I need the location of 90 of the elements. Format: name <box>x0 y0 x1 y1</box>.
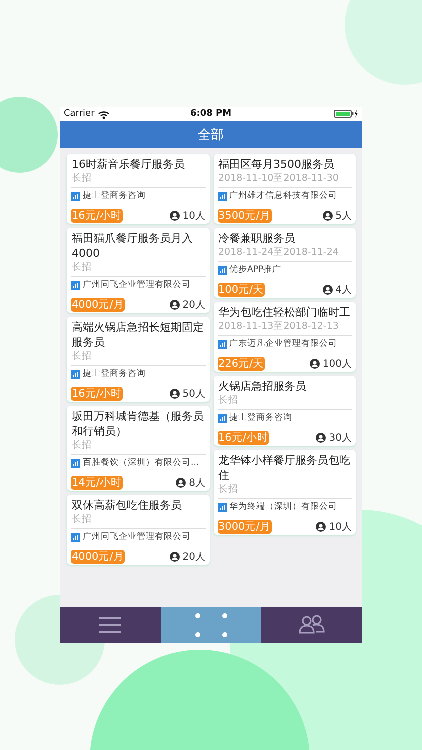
job-period: 2018-11-24至2018-11-24 <box>218 246 340 259</box>
job-period: 长招 <box>71 350 93 363</box>
job-title: 坂田万科城肯德基（服务员和行销员） <box>71 409 205 439</box>
company-name: 广州雄才信息科技有限公司 <box>230 190 338 203</box>
company-icon <box>71 281 80 290</box>
company-name: 优步APP推广 <box>230 264 282 277</box>
job-period: 长招 <box>71 513 93 526</box>
person-icon <box>316 433 326 443</box>
carrier-label: Carrier <box>64 109 95 119</box>
headcount: 10人 <box>329 521 352 534</box>
job-title: 双休高薪包吃住服务员 <box>71 498 183 513</box>
company-icon <box>218 340 226 349</box>
person-icon <box>176 478 186 488</box>
page-title: 全部 <box>198 126 224 144</box>
person-icon <box>170 552 180 562</box>
company-name: 广东迈凡企业管理有限公司 <box>230 338 338 351</box>
job-card[interactable]: 福田区每月3500服务员 2018-11-10至2018-11-30 广州雄才信息科技有限公司 3500元/月 5人 <box>214 154 356 224</box>
salary-badge: 3500元/月 <box>218 209 272 223</box>
headcount: 20人 <box>182 551 206 564</box>
menu-icon <box>99 615 122 635</box>
job-title: 福田猫爪餐厅服务员月入4000 <box>71 231 194 261</box>
salary-badge: 4000元/月 <box>71 550 126 564</box>
battery-icon <box>334 110 358 118</box>
company-name: 广州同飞企业管理有限公司 <box>83 531 191 544</box>
salary-badge: 16元/小时 <box>71 209 123 223</box>
people-icon <box>298 615 325 635</box>
job-period: 长招 <box>71 439 93 452</box>
job-card[interactable]: 16时薪音乐餐厅服务员 长招 捷士登商务咨询 16元/小时 10人 <box>67 154 210 224</box>
job-card[interactable]: 火锅店急招服务员 长招 捷士登商务咨询 16元/小时 30人 <box>214 376 356 446</box>
job-title: 火锅店急招服务员 <box>218 379 308 394</box>
headcount: 5人 <box>336 210 352 223</box>
job-card[interactable]: 冷餐兼职服务员 2018-11-24至2018-11-24 优步APP推广 100元/天 4人 <box>214 228 356 298</box>
company-name: 广州同飞企业管理有限公司 <box>83 279 191 292</box>
headcount: 20人 <box>182 299 206 312</box>
job-card[interactable]: 双休高薪包吃住服务员 长招 广州同飞企业管理有限公司 4000元/月 20人 <box>67 495 210 565</box>
status-time: 6:08 PM <box>190 109 232 119</box>
salary-badge: 16元/小时 <box>218 431 270 445</box>
headcount: 100人 <box>322 358 352 371</box>
person-icon <box>170 389 180 399</box>
salary-badge: 100元/天 <box>218 283 266 297</box>
tab-button[interactable] <box>261 607 362 643</box>
salary-badge: 16元/小时 <box>71 387 123 401</box>
job-title: 冷餐兼职服务员 <box>218 231 296 246</box>
dots-icon <box>194 612 228 638</box>
job-card[interactable]: 福田猫爪餐厅服务员月入4000 长招 广州同飞企业管理有限公司 4000元/月 20人 <box>67 228 210 313</box>
headcount: 10人 <box>182 210 206 223</box>
company-icon <box>71 192 80 201</box>
job-title: 16时薪音乐餐厅服务员 <box>71 157 186 172</box>
salary-badge: 14元/小时 <box>71 476 123 490</box>
salary-badge: 4000元/月 <box>71 298 126 312</box>
person-icon <box>322 211 333 221</box>
company-icon <box>218 192 226 201</box>
job-period: 长招 <box>71 172 93 185</box>
job-period: 长招 <box>71 261 93 274</box>
tab-button[interactable] <box>60 607 161 643</box>
salary-badge: 226元/天 <box>218 357 266 371</box>
salary-badge: 3000元/月 <box>218 520 272 534</box>
company-name: 百胜餐饮（深圳）有限公司... <box>83 457 200 470</box>
person-icon <box>310 359 320 369</box>
company-icon <box>71 459 80 468</box>
job-period: 长招 <box>218 394 240 407</box>
job-title: 华为包吃住轻松部门临时工 <box>218 305 352 320</box>
wifi-icon <box>98 110 110 118</box>
company-icon <box>218 414 226 423</box>
company-icon <box>71 370 80 379</box>
person-icon <box>170 211 180 221</box>
job-period: 2018-11-13至2018-12-13 <box>218 320 340 333</box>
company-name: 捷士登商务咨询 <box>83 368 146 381</box>
job-card[interactable]: 坂田万科城肯德基（服务员和行销员） 长招 百胜餐饮（深圳）有限公司... 14元/小时 8人 <box>67 406 210 491</box>
person-icon <box>316 522 326 532</box>
job-period: 长招 <box>218 483 240 496</box>
headcount: 50人 <box>182 388 206 401</box>
company-name: 捷士登商务咨询 <box>230 412 292 425</box>
headcount: 4人 <box>336 284 352 297</box>
job-title: 福田区每月3500服务员 <box>218 157 336 172</box>
company-icon <box>218 503 226 512</box>
job-card[interactable]: 华为包吃住轻松部门临时工 2018-11-13至2018-12-13 广东迈凡企业管理有限公司 226元/天 100人 <box>214 302 356 372</box>
job-card[interactable]: 高端火锅店急招长短期固定服务员 长招 捷士登商务咨询 16元/小时 50人 <box>67 317 210 402</box>
person-icon <box>170 300 180 310</box>
company-icon <box>218 266 226 275</box>
job-period: 2018-11-10至2018-11-30 <box>218 172 340 185</box>
job-title: 高端火锅店急招长短期固定服务员 <box>71 320 205 350</box>
job-card[interactable]: 龙华钵小样餐厅服务员包吃住 长招 华为终端（深圳）有限公司 3000元/月 10人 <box>214 450 356 535</box>
company-name: 华为终端（深圳）有限公司 <box>230 501 338 514</box>
company-icon <box>71 533 80 542</box>
job-title: 龙华钵小样餐厅服务员包吃住 <box>218 453 352 483</box>
headcount: 30人 <box>329 432 352 445</box>
headcount: 8人 <box>189 477 206 490</box>
person-icon <box>322 285 333 295</box>
company-name: 捷士登商务咨询 <box>83 190 146 203</box>
